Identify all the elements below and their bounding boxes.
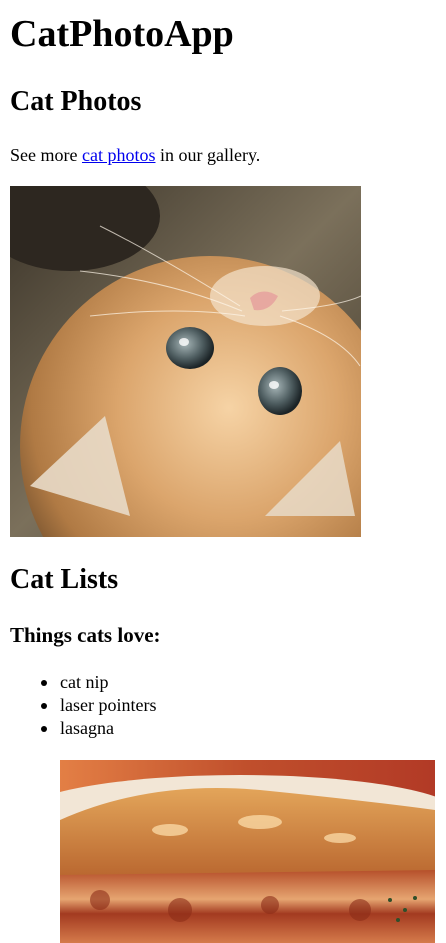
lasagna-image <box>60 760 435 943</box>
cat-photos-heading: Cat Photos <box>10 86 142 117</box>
things-cats-love-list: cat nip laser pointers lasagna <box>10 671 156 740</box>
cat-photo-illustration <box>10 186 361 537</box>
list-item: lasagna <box>40 717 156 740</box>
lasagna-illustration <box>60 760 435 943</box>
gallery-paragraph-prefix: See more <box>10 145 82 165</box>
things-cats-love-heading: Things cats love: <box>10 623 161 647</box>
cat-photos-link[interactable]: cat photos <box>82 145 156 165</box>
list-item: cat nip <box>40 671 156 694</box>
cat-photo-image[interactable] <box>10 186 361 537</box>
cat-lists-heading: Cat Lists <box>10 564 119 595</box>
page-title: CatPhotoApp <box>10 13 234 55</box>
gallery-paragraph-suffix: in our gallery. <box>155 145 261 165</box>
gallery-paragraph: See more cat photos in our gallery. <box>10 144 260 166</box>
list-item: laser pointers <box>40 695 157 715</box>
